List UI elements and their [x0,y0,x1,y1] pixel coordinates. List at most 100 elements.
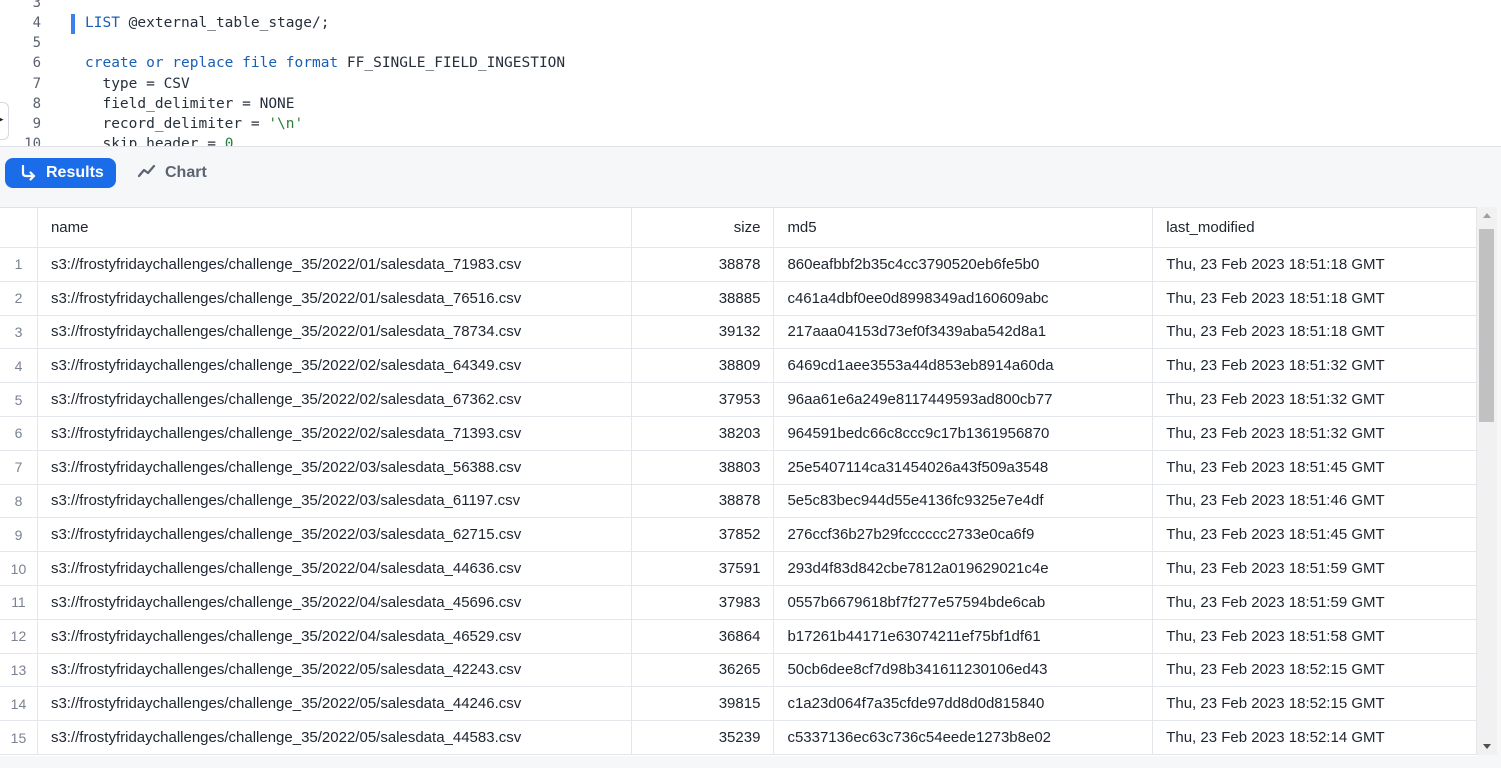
table-row[interactable]: 10 s3://frostyfridaychallenges/challenge_… [0,551,1477,586]
sql-editor[interactable]: 3 4 LIST @external_table_stage/; 5 6 create o… [0,0,1501,146]
cell-last-modified[interactable]: Thu, 23 Feb 2023 18:51:59 GMT [1152,585,1477,620]
table-row[interactable]: 2 s3://frostyfridaychallenges/challenge_3… [0,281,1477,316]
cell-md5[interactable]: 96aa61e6a249e8117449593ad800cb77 [773,382,1154,417]
cell-md5[interactable]: c461a4dbf0ee0d8998349ad160609abc [773,281,1154,316]
cell-last-modified[interactable]: Thu, 23 Feb 2023 18:52:14 GMT [1152,720,1477,755]
code-line[interactable]: 10 skip_header = 0 [0,134,1501,146]
table-row[interactable]: 4 s3://frostyfridaychallenges/challenge_3… [0,348,1477,384]
cell-md5[interactable]: b17261b44171e63074211ef75bf1df61 [773,619,1154,654]
table-row[interactable]: 5 s3://frostyfridaychallenges/challenge_3… [0,382,1477,417]
cell-last-modified[interactable]: Thu, 23 Feb 2023 18:51:18 GMT [1152,281,1477,316]
cell-size[interactable]: 38203 [631,416,775,451]
cell-size[interactable]: 37852 [631,517,775,553]
scroll-down-arrow-icon[interactable] [1483,744,1491,749]
cell-md5[interactable]: 6469cd1aee3553a44d853eb8914a60da [773,348,1154,384]
row-number[interactable]: 6 [0,416,38,451]
cell-last-modified[interactable]: Thu, 23 Feb 2023 18:51:59 GMT [1152,551,1477,586]
cell-name[interactable]: s3://frostyfridaychallenges/challenge_35… [37,315,632,350]
table-row[interactable]: 6 s3://frostyfridaychallenges/challenge_3… [0,416,1477,451]
row-number[interactable]: 1 [0,247,38,282]
cell-name[interactable]: s3://frostyfridaychallenges/challenge_35… [37,720,632,755]
cell-name[interactable]: s3://frostyfridaychallenges/challenge_35… [37,551,632,586]
vertical-scrollbar[interactable] [1477,207,1497,755]
column-header-md5[interactable]: md5 [773,208,1154,248]
cell-md5[interactable]: 217aaa04153d73ef0f3439aba542d8a1 [773,315,1154,350]
sidebar-expand-handle[interactable]: ▸ [0,102,9,140]
row-number[interactable]: 11 [0,585,38,620]
scroll-up-arrow-icon[interactable] [1483,213,1491,218]
row-number[interactable]: 13 [0,653,38,688]
tab-chart[interactable]: Chart [137,158,207,188]
cell-name[interactable]: s3://frostyfridaychallenges/challenge_35… [37,517,632,553]
cell-name[interactable]: s3://frostyfridaychallenges/challenge_35… [37,653,632,688]
row-number[interactable]: 14 [0,686,38,722]
column-header-name[interactable]: name [37,208,632,248]
cell-last-modified[interactable]: Thu, 23 Feb 2023 18:51:58 GMT [1152,619,1477,654]
table-row[interactable]: 3 s3://frostyfridaychallenges/challenge_3… [0,315,1477,350]
cell-last-modified[interactable]: Thu, 23 Feb 2023 18:51:18 GMT [1152,315,1477,350]
table-row[interactable]: 7 s3://frostyfridaychallenges/challenge_3… [0,450,1477,485]
code-line[interactable]: 8 field_delimiter = NONE [0,94,1501,114]
cell-last-modified[interactable]: Thu, 23 Feb 2023 18:51:46 GMT [1152,484,1477,519]
cell-md5[interactable]: 0557b6679618bf7f277e57594bde6cab [773,585,1154,620]
cell-md5[interactable]: 860eafbbf2b35c4cc3790520eb6fe5b0 [773,247,1154,282]
table-row[interactable]: 14 s3://frostyfridaychallenges/challenge_… [0,686,1477,722]
cell-md5[interactable]: c5337136ec63c736c54eede1273b8e02 [773,720,1154,755]
cell-last-modified[interactable]: Thu, 23 Feb 2023 18:51:45 GMT [1152,517,1477,553]
column-header-size[interactable]: size [631,208,775,248]
column-header-last-modified[interactable]: last_modified [1152,208,1477,248]
table-row[interactable]: 1 s3://frostyfridaychallenges/challenge_3… [0,247,1477,282]
cell-size[interactable]: 37591 [631,551,775,586]
code-line[interactable]: 6 create or replace file format FF_SINGLE… [0,53,1501,73]
cell-last-modified[interactable]: Thu, 23 Feb 2023 18:51:32 GMT [1152,416,1477,451]
cell-size[interactable]: 39132 [631,315,775,350]
code-line[interactable]: 9 record_delimiter = '\n' [0,114,1501,134]
code-line[interactable]: 4 LIST @external_table_stage/; [0,13,1501,33]
cell-last-modified[interactable]: Thu, 23 Feb 2023 18:51:18 GMT [1152,247,1477,282]
cell-name[interactable]: s3://frostyfridaychallenges/challenge_35… [37,382,632,417]
code-line[interactable]: 7 type = CSV [0,74,1501,94]
cell-name[interactable]: s3://frostyfridaychallenges/challenge_35… [37,484,632,519]
cell-md5[interactable]: 50cb6dee8cf7d98b341611230106ed43 [773,653,1154,688]
table-row[interactable]: 12 s3://frostyfridaychallenges/challenge_… [0,619,1477,654]
cell-name[interactable]: s3://frostyfridaychallenges/challenge_35… [37,686,632,722]
row-number[interactable]: 15 [0,720,38,755]
row-number[interactable]: 3 [0,315,38,350]
cell-name[interactable]: s3://frostyfridaychallenges/challenge_35… [37,416,632,451]
code-line[interactable]: 3 [0,0,1501,13]
code-line[interactable]: 5 [0,33,1501,53]
cell-last-modified[interactable]: Thu, 23 Feb 2023 18:52:15 GMT [1152,686,1477,722]
cell-size[interactable]: 39815 [631,686,775,722]
cell-last-modified[interactable]: Thu, 23 Feb 2023 18:51:32 GMT [1152,382,1477,417]
table-row[interactable]: 8 s3://frostyfridaychallenges/challenge_3… [0,484,1477,519]
scrollbar-thumb[interactable] [1479,229,1494,422]
cell-size[interactable]: 35239 [631,720,775,755]
cell-last-modified[interactable]: Thu, 23 Feb 2023 18:51:32 GMT [1152,348,1477,384]
cell-size[interactable]: 37983 [631,585,775,620]
cell-md5[interactable]: 293d4f83d842cbe7812a019629021c4e [773,551,1154,586]
table-row[interactable]: 9 s3://frostyfridaychallenges/challenge_3… [0,517,1477,553]
cell-name[interactable]: s3://frostyfridaychallenges/challenge_35… [37,585,632,620]
table-row[interactable]: 11 s3://frostyfridaychallenges/challenge_… [0,585,1477,620]
cell-last-modified[interactable]: Thu, 23 Feb 2023 18:51:45 GMT [1152,450,1477,485]
cell-md5[interactable]: 964591bedc66c8ccc9c17b1361956870 [773,416,1154,451]
cell-md5[interactable]: c1a23d064f7a35cfde97dd8d0d815840 [773,686,1154,722]
cell-size[interactable]: 38803 [631,450,775,485]
row-number[interactable]: 4 [0,348,38,384]
cell-name[interactable]: s3://frostyfridaychallenges/challenge_35… [37,348,632,384]
row-number[interactable]: 8 [0,484,38,519]
table-row[interactable]: 15 s3://frostyfridaychallenges/challenge_… [0,720,1477,755]
row-number[interactable]: 7 [0,450,38,485]
cell-size[interactable]: 38878 [631,484,775,519]
row-number[interactable]: 5 [0,382,38,417]
cell-name[interactable]: s3://frostyfridaychallenges/challenge_35… [37,619,632,654]
cell-size[interactable]: 37953 [631,382,775,417]
row-number[interactable]: 10 [0,551,38,586]
row-number[interactable]: 9 [0,517,38,553]
cell-md5[interactable]: 5e5c83bec944d55e4136fc9325e7e4df [773,484,1154,519]
cell-name[interactable]: s3://frostyfridaychallenges/challenge_35… [37,281,632,316]
cell-size[interactable]: 36864 [631,619,775,654]
cell-size[interactable]: 38809 [631,348,775,384]
cell-md5[interactable]: 276ccf36b27b29fcccccc2733e0ca6f9 [773,517,1154,553]
cell-name[interactable]: s3://frostyfridaychallenges/challenge_35… [37,450,632,485]
